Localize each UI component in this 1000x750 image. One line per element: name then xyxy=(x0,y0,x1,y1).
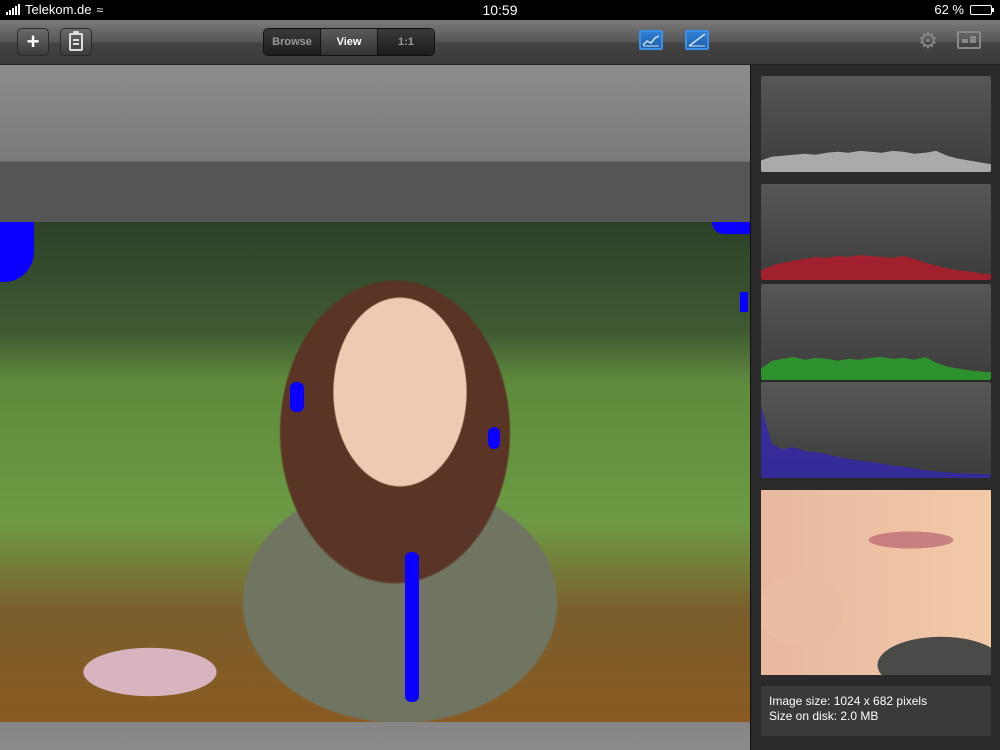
histogram-toggle-button[interactable] xyxy=(639,30,663,50)
image-viewer[interactable] xyxy=(0,65,750,750)
red-histogram-plot xyxy=(761,255,991,280)
battery-icon xyxy=(970,4,994,15)
blue-histogram-area xyxy=(761,406,991,478)
gear-icon[interactable]: ⚙ xyxy=(917,30,939,52)
battery-percent: 62 % xyxy=(934,2,964,17)
histogram-icon xyxy=(642,35,660,47)
clipboard-button[interactable] xyxy=(60,28,92,56)
clipping-overlay-toggle-button[interactable] xyxy=(685,30,709,50)
status-bar: Telekom.de ≈ 10:59 62 % xyxy=(0,0,1000,20)
plus-icon: + xyxy=(26,29,40,54)
tab-browse[interactable]: Browse xyxy=(264,29,320,55)
clipping-overlay xyxy=(740,292,748,312)
clipping-overlay xyxy=(290,382,304,412)
luminance-histogram-area xyxy=(761,150,991,172)
blue-histogram xyxy=(761,382,991,478)
image-size-label: Image size: 1024 x 682 pixels xyxy=(769,694,928,708)
toolbar: + Browse View 1:1 xyxy=(0,20,1000,65)
tab-view[interactable]: View xyxy=(320,29,377,55)
main-photo[interactable] xyxy=(0,222,750,722)
clock: 10:59 xyxy=(482,2,518,18)
zoom-preview[interactable] xyxy=(761,490,991,675)
compare-icon[interactable] xyxy=(957,31,981,49)
blue-histogram-plot xyxy=(761,406,991,478)
image-info-panel: Image size: 1024 x 682 pixels Size on di… xyxy=(761,686,991,736)
green-histogram-plot xyxy=(761,357,991,380)
clipping-overlay xyxy=(488,427,500,449)
battery-group: 62 % xyxy=(934,2,994,17)
clipping-overlay xyxy=(712,222,750,234)
sidebar: Image size: 1024 x 682 pixels Size on di… xyxy=(750,65,1000,750)
mode-segmented-control: Browse View 1:1 xyxy=(263,28,435,56)
red-histogram xyxy=(761,184,991,280)
luminance-histogram-plot xyxy=(761,150,991,172)
green-histogram-area xyxy=(761,357,991,380)
luminance-histogram xyxy=(761,76,991,172)
tab-1-1[interactable]: 1:1 xyxy=(377,29,434,55)
clipping-overlay xyxy=(0,222,34,282)
clipboard-icon xyxy=(69,31,83,51)
clipping-overlay-icon xyxy=(688,33,706,47)
green-histogram xyxy=(761,284,991,380)
disk-size-label: Size on disk: 2.0 MB xyxy=(769,709,879,723)
clipping-overlay xyxy=(405,552,419,702)
add-button[interactable]: + xyxy=(17,28,49,56)
red-histogram-area xyxy=(761,255,991,280)
